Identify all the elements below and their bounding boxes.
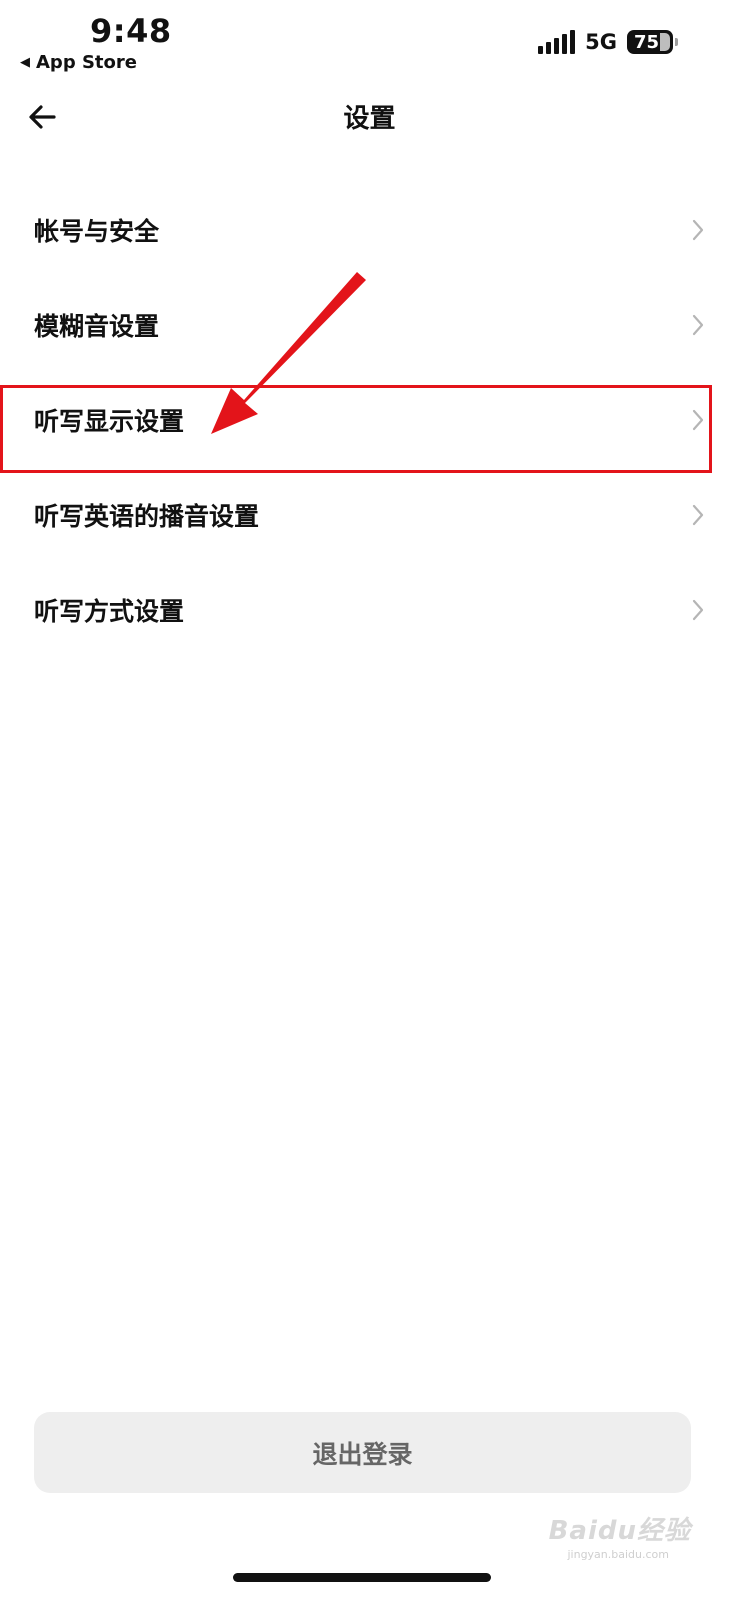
baidu-watermark: Baidu经验 (548, 1516, 691, 1546)
logout-button[interactable]: 退出登录 (34, 1412, 691, 1493)
annotation-arrow-icon (211, 272, 366, 434)
menu-item-label: 听写方式设置 (34, 596, 185, 626)
chevron-right-icon (692, 599, 704, 620)
menu-item-dictation-mode[interactable]: 听写方式设置 (0, 562, 739, 657)
home-indicator[interactable] (233, 1573, 491, 1582)
baidu-watermark-url: jingyan.baidu.com (567, 1548, 669, 1561)
